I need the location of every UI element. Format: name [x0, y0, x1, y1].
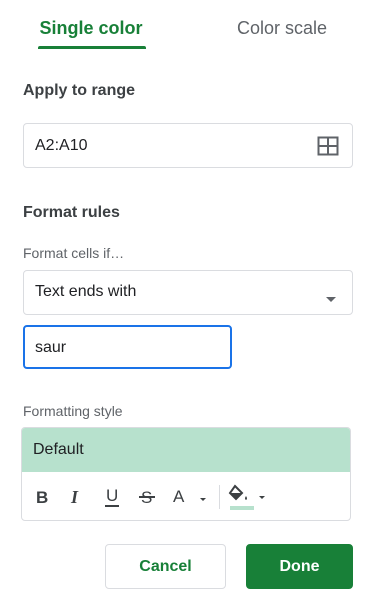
tab-color-scale[interactable]: Color scale [226, 18, 338, 50]
format-cells-if-label: Format cells if… [23, 245, 125, 261]
grid-icon[interactable] [317, 136, 339, 156]
italic-icon[interactable]: I [66, 484, 86, 510]
done-button[interactable]: Done [246, 544, 353, 589]
formatting-style-label: Formatting style [23, 403, 123, 419]
style-preset-label: Default [33, 441, 84, 458]
strikethrough-icon[interactable]: S [136, 484, 158, 510]
text-color-icon[interactable]: A [171, 484, 209, 510]
cancel-button[interactable]: Cancel [105, 544, 226, 589]
condition-dropdown[interactable]: Text ends with [23, 270, 353, 315]
bold-icon[interactable]: B [32, 484, 52, 510]
apply-range-title: Apply to range [23, 82, 136, 99]
svg-text:B: B [36, 488, 48, 506]
value-input-text: saur [35, 339, 67, 356]
condition-value: Text ends with [35, 283, 137, 300]
format-rules-title: Format rules [23, 204, 120, 221]
fill-color-icon[interactable] [228, 482, 268, 512]
svg-text:A: A [173, 487, 185, 506]
toolbar-divider [219, 485, 220, 509]
chevron-down-icon [326, 290, 336, 308]
range-input[interactable]: A2:A10 [23, 123, 353, 168]
underline-icon[interactable]: U [101, 484, 123, 510]
range-value: A2:A10 [35, 137, 88, 154]
active-tab-indicator [38, 46, 146, 49]
svg-text:U: U [106, 486, 118, 505]
svg-text:I: I [70, 488, 79, 506]
style-preview[interactable]: Default [22, 428, 350, 472]
value-input[interactable]: saur [23, 325, 232, 369]
